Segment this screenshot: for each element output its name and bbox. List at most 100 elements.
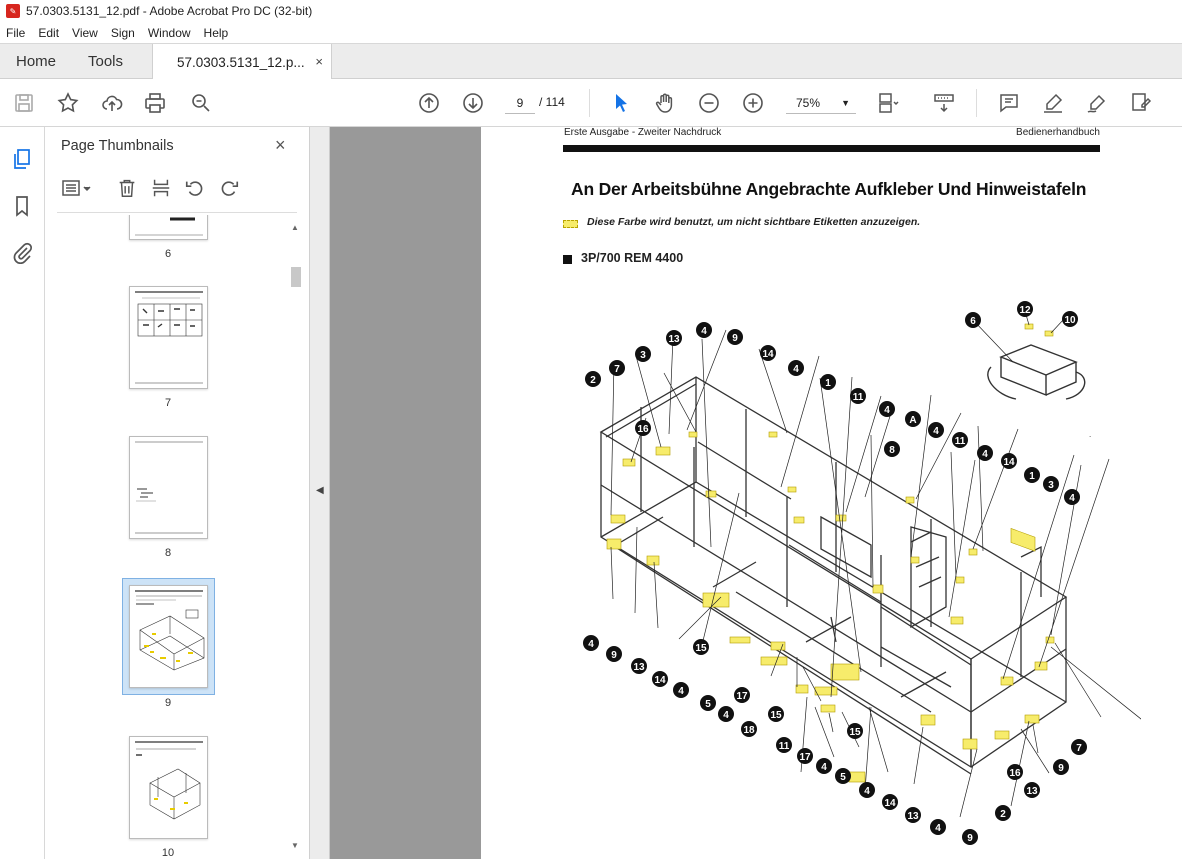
comment-icon[interactable] — [997, 91, 1021, 115]
thumbnail-label-8: 8 — [164, 547, 172, 559]
menu-view[interactable]: View — [72, 26, 98, 40]
svg-text:4: 4 — [678, 686, 684, 697]
zoom-in-icon[interactable] — [741, 91, 765, 115]
callout-18: 18 — [741, 721, 757, 737]
extract-pages-icon[interactable] — [150, 177, 172, 202]
thumbnail-scrollbar[interactable]: ▲ ▼ — [289, 219, 303, 859]
thumbnail-page-10[interactable] — [129, 736, 208, 839]
title-bar: ✎ 57.0303.5131_12.pdf - Adobe Acrobat Pr… — [0, 0, 1182, 22]
chevron-left-icon[interactable]: ◀ — [316, 485, 324, 496]
menu-bar: File Edit View Sign Window Help — [0, 22, 1182, 43]
callout-17: 17 — [797, 748, 813, 764]
svg-text:2: 2 — [1000, 809, 1006, 820]
svg-text:13: 13 — [668, 334, 680, 345]
scroll-down-icon[interactable]: ▼ — [291, 841, 299, 850]
options-menu-icon[interactable] — [60, 176, 94, 203]
thumbnail-label-6: 6 — [164, 248, 172, 260]
svg-text:15: 15 — [770, 710, 782, 721]
svg-text:1: 1 — [825, 378, 831, 389]
thumbnail-page-9[interactable] — [129, 585, 208, 688]
svg-text:13: 13 — [1026, 786, 1038, 797]
decal-label — [820, 704, 836, 713]
section-title: 3P/700 REM 4400 — [581, 251, 684, 265]
page-thumbnails-icon[interactable] — [10, 147, 34, 171]
tab-close-icon[interactable]: × — [315, 54, 323, 69]
menu-edit[interactable]: Edit — [38, 26, 59, 40]
scroll-up-icon[interactable]: ▲ — [291, 223, 299, 232]
bookmark-star-icon[interactable] — [56, 91, 80, 115]
print-icon[interactable] — [143, 91, 167, 115]
menu-help[interactable]: Help — [204, 26, 229, 40]
attachments-paperclip-icon[interactable] — [10, 240, 34, 265]
svg-text:4: 4 — [588, 639, 594, 650]
hand-tool-icon[interactable] — [653, 91, 677, 115]
zoom-out-icon[interactable] — [697, 91, 721, 115]
decal-label — [848, 771, 866, 783]
svg-text:4: 4 — [933, 426, 939, 437]
callout-8: 8 — [884, 441, 900, 457]
panel-collapse-handle[interactable]: ◀ — [310, 127, 330, 859]
callout-17: 17 — [734, 687, 750, 703]
thumbnail-page-8[interactable] — [129, 436, 208, 539]
svg-text:13: 13 — [633, 662, 645, 673]
rotate-counterclockwise-icon[interactable] — [184, 177, 206, 202]
scroll-mode-icon[interactable] — [932, 91, 956, 115]
thumbnail-page-6[interactable] — [129, 215, 208, 240]
decal-label — [968, 548, 978, 556]
decal-label — [872, 584, 884, 594]
select-cursor-icon[interactable] — [609, 91, 633, 115]
svg-text:14: 14 — [1003, 457, 1015, 468]
tab-bar: Home Tools 57.0303.5131_12.p... × — [0, 43, 1182, 80]
decal-label — [770, 641, 786, 651]
section-bullet — [563, 255, 572, 264]
callout-4: 4 — [859, 782, 875, 798]
svg-text:12: 12 — [1019, 305, 1031, 316]
decal-label — [646, 555, 660, 566]
callout-4: 4 — [816, 758, 832, 774]
svg-text:11: 11 — [853, 392, 864, 403]
fill-sign-tool-icon[interactable] — [1129, 91, 1153, 115]
divider — [57, 212, 297, 213]
svg-text:17: 17 — [736, 691, 748, 702]
upload-cloud-icon[interactable] — [100, 91, 124, 115]
decal-markers — [606, 323, 1055, 783]
highlight-pen-icon[interactable] — [1041, 91, 1065, 115]
page-header-left: Erste Ausgabe - Zweiter Nachdruck — [564, 127, 722, 138]
svg-text:4: 4 — [1069, 493, 1075, 504]
menu-sign[interactable]: Sign — [111, 26, 135, 40]
svg-text:16: 16 — [637, 424, 649, 435]
delete-pages-icon[interactable] — [116, 177, 138, 202]
rotate-clockwise-icon[interactable] — [218, 177, 240, 202]
svg-text:4: 4 — [982, 449, 988, 460]
tab-home[interactable]: Home — [16, 53, 56, 70]
page-display-icon[interactable] — [876, 91, 900, 115]
callout-2: 2 — [585, 371, 601, 387]
callout-1: 1 — [1024, 467, 1040, 483]
platform-frame — [599, 376, 1068, 775]
save-icon[interactable] — [12, 91, 36, 115]
scrollbar-thumb[interactable] — [291, 267, 301, 287]
next-page-icon[interactable] — [461, 91, 485, 115]
svg-text:15: 15 — [849, 727, 861, 738]
decal-label — [950, 616, 964, 625]
platform-decal-diagram: 6 12 10 13 4 9 3 7 14 4 2 1 11 16 4 A 4 … — [583, 301, 1141, 845]
svg-text:3: 3 — [1048, 480, 1054, 491]
tab-tools[interactable]: Tools — [88, 53, 123, 70]
panel-close-icon[interactable]: × — [275, 135, 286, 156]
sign-pen-icon[interactable] — [1085, 91, 1109, 115]
menu-file[interactable]: File — [6, 26, 25, 40]
tab-document-label: 57.0303.5131_12.p... — [177, 54, 305, 70]
legend-color-swatch — [563, 220, 578, 228]
zoom-level-value: 75% — [796, 96, 821, 110]
thumbnail-page-7[interactable] — [129, 286, 208, 389]
zoom-level-select[interactable]: 75% ▼ — [786, 92, 856, 114]
callout-5: 5 — [835, 768, 851, 784]
svg-text:4: 4 — [935, 823, 941, 834]
zoom-search-icon[interactable] — [189, 91, 213, 115]
tab-document[interactable]: 57.0303.5131_12.p... × — [152, 44, 332, 80]
menu-window[interactable]: Window — [148, 26, 191, 40]
callout-16: 16 — [635, 420, 651, 436]
previous-page-icon[interactable] — [417, 91, 441, 115]
bookmarks-icon[interactable] — [10, 194, 34, 218]
page-number-input[interactable]: 9 — [505, 92, 535, 114]
